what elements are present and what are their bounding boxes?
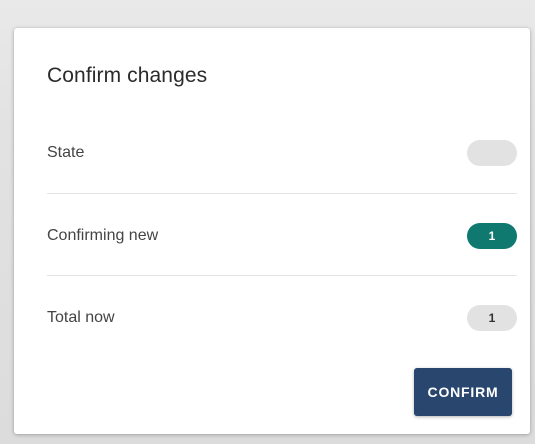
confirming-new-label: Confirming new bbox=[47, 227, 159, 244]
total-now-badge: 1 bbox=[467, 305, 517, 331]
row-confirming-new: Confirming new 1 bbox=[47, 216, 517, 256]
total-now-label: Total now bbox=[47, 309, 115, 326]
state-badge bbox=[467, 140, 517, 166]
confirming-new-badge: 1 bbox=[467, 223, 517, 249]
state-label: State bbox=[47, 144, 85, 161]
row-state: State bbox=[47, 133, 517, 173]
row-total-now: Total now 1 bbox=[47, 298, 517, 338]
dialog-title: Confirm changes bbox=[47, 64, 208, 87]
divider bbox=[47, 275, 517, 276]
confirm-button[interactable]: CONFIRM bbox=[414, 368, 512, 416]
divider bbox=[47, 193, 517, 194]
confirm-changes-dialog: Confirm changes State Confirming new 1 T… bbox=[14, 28, 530, 434]
